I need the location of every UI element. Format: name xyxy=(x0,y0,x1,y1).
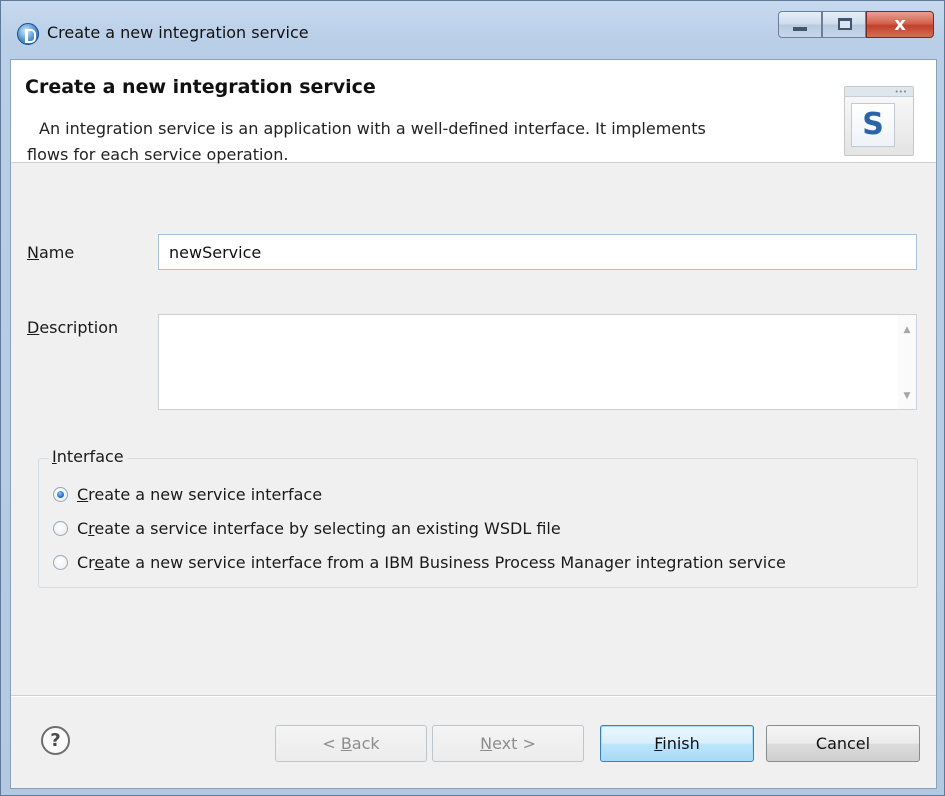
help-icon[interactable]: ? xyxy=(41,726,70,755)
service-letter-icon: S xyxy=(851,103,895,147)
banner-bar: ••• xyxy=(845,87,913,97)
radio-button-checked[interactable] xyxy=(53,486,68,502)
dialog-window: Create a new integration service x Creat… xyxy=(0,0,945,796)
description-label: Description xyxy=(27,318,119,337)
scroll-up-icon[interactable]: ▲ xyxy=(902,325,912,335)
wizard-header: Create a new integration service An inte… xyxy=(11,60,936,164)
description-textarea[interactable] xyxy=(159,315,899,409)
window-controls: x xyxy=(778,11,934,39)
radio-button[interactable] xyxy=(53,554,68,570)
radio-label: Create a new service interface xyxy=(77,484,323,504)
close-icon: x xyxy=(894,14,906,35)
finish-button[interactable]: Finish xyxy=(600,725,754,762)
wizard-title: Create a new integration service xyxy=(25,76,376,98)
description-scrollbar[interactable]: ▲ ▼ xyxy=(898,315,916,409)
radio-option-existing-wsdl[interactable]: Create a service interface by selecting … xyxy=(53,516,561,540)
radio-button[interactable] xyxy=(53,520,68,536)
wizard-description: An integration service is an application… xyxy=(27,116,809,168)
name-input[interactable] xyxy=(158,234,917,270)
back-button[interactable]: < Back xyxy=(275,725,427,762)
close-button[interactable]: x xyxy=(866,11,934,38)
radio-option-new-interface[interactable]: Create a new service interface xyxy=(53,482,322,506)
interface-group-label: Interface xyxy=(49,447,127,466)
name-label: Name xyxy=(27,243,75,262)
scroll-down-icon[interactable]: ▼ xyxy=(902,391,912,401)
radio-option-ibm-bpm[interactable]: Create a new service interface from a IB… xyxy=(53,550,786,574)
app-icon xyxy=(17,23,39,45)
description-field[interactable]: ▲ ▼ xyxy=(158,314,917,410)
wizard-description-line1: An integration service is an application… xyxy=(39,119,706,138)
title-bar[interactable]: Create a new integration service x xyxy=(1,1,944,59)
dialog-body: Create a new integration service An inte… xyxy=(10,59,937,789)
minimize-button[interactable] xyxy=(778,11,822,38)
minimize-icon xyxy=(793,27,807,31)
maximize-icon xyxy=(838,18,852,30)
radio-label: Create a new service interface from a IB… xyxy=(77,552,786,572)
window-title: Create a new integration service xyxy=(47,23,309,42)
cancel-button[interactable]: Cancel xyxy=(766,725,920,762)
service-banner-icon: ••• S xyxy=(844,86,914,156)
interface-group: Interface Create a new service interface… xyxy=(38,447,918,588)
footer-separator xyxy=(11,695,936,697)
maximize-button[interactable] xyxy=(822,11,866,38)
wizard-description-line2: flows for each service operation. xyxy=(27,145,289,164)
next-button[interactable]: Next > xyxy=(432,725,584,762)
radio-label: Create a service interface by selecting … xyxy=(77,518,561,538)
